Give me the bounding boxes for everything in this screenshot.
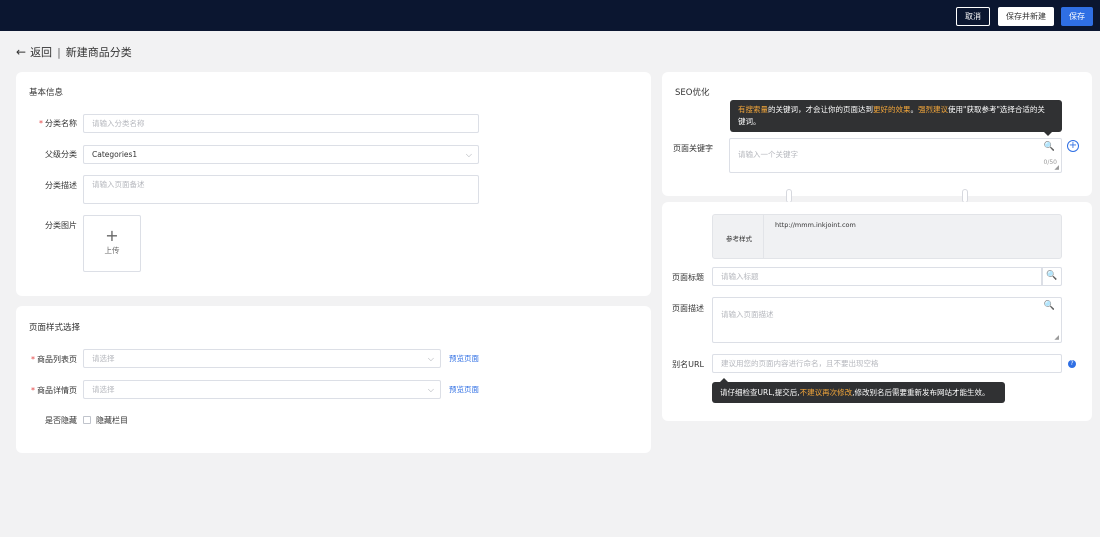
breadcrumb-separator: | xyxy=(57,45,61,59)
reference-url: http://mmm.inkjoint.com xyxy=(775,221,856,229)
alias-url-input[interactable]: 建议用您的页面内容进行命名，且不要出现空格 xyxy=(712,354,1062,373)
page-style-title: 页面样式选择 xyxy=(29,323,81,333)
chevron-down-icon: ⌵ xyxy=(427,385,434,394)
plus-icon: + xyxy=(105,226,119,245)
keyword-tooltip: 有搜索量的关键词，才会让你的页面达到更好的效果。强烈建议使用"获取参考"选择合适… xyxy=(730,100,1062,136)
save-button[interactable]: 保存 xyxy=(1061,7,1093,26)
page-desc-input[interactable]: 请输入页面描述 🔍 ◢ xyxy=(712,297,1062,343)
reference-style-label: 参考样式 xyxy=(726,235,752,243)
list-page-select[interactable]: 请选择 ⌵ xyxy=(83,349,441,368)
cancel-button[interactable]: 取消 xyxy=(956,7,990,26)
back-link[interactable]: 返回 xyxy=(30,44,52,60)
hide-column-label: 隐藏栏目 xyxy=(96,416,128,425)
tooltip-text: 。 xyxy=(910,105,919,114)
resize-handle-left[interactable] xyxy=(786,189,792,203)
upload-label: 上传 xyxy=(104,246,120,255)
list-page-placeholder: 请选择 xyxy=(92,354,115,363)
tooltip-text: 键词。 xyxy=(738,117,761,126)
tooltip-highlight: 强烈建议 xyxy=(918,105,948,114)
detail-page-select[interactable]: 请选择 ⌵ xyxy=(83,380,441,399)
parent-category-value: Categories1 xyxy=(92,150,138,159)
category-image-label: 分类图片 xyxy=(45,221,77,230)
preview-detail-page-link[interactable]: 预览页面 xyxy=(449,384,479,395)
page-keyword-input[interactable]: 请输入一个关键字 🔍 0/50 ◢ xyxy=(729,138,1062,173)
basic-info-card: 基本信息 * 分类名称 请输入分类名称 父级分类 Categories1 ⌵ 分类… xyxy=(16,72,651,296)
category-desc-label: 分类描述 xyxy=(45,181,77,190)
chevron-down-icon: ⌵ xyxy=(465,150,472,159)
tooltip-text: 使用"获取参考"选择合适的关 xyxy=(948,105,1045,114)
top-bar: 取消 保存并新建 保存 xyxy=(0,0,1100,31)
add-circle-icon[interactable]: + xyxy=(1067,140,1079,152)
tooltip-highlight: 更好的效果 xyxy=(873,105,911,114)
search-icon[interactable]: 🔍 xyxy=(1044,300,1055,313)
parent-category-label: 父级分类 xyxy=(45,150,77,159)
resize-handle-icon[interactable]: ◢ xyxy=(1054,331,1059,344)
list-page-label: * 商品列表页 xyxy=(31,355,77,364)
seo-card: SEO优化 有搜索量的关键词，才会让你的页面达到更好的效果。强烈建议使用"获取参… xyxy=(662,72,1092,196)
breadcrumb: ← 返回 | 新建商品分类 xyxy=(16,44,132,60)
tooltip-caret xyxy=(1044,132,1052,136)
resize-handle-right[interactable] xyxy=(962,189,968,203)
page-desc-label: 页面描述 xyxy=(672,304,704,313)
tooltip-text: ,修改别名后需要重新发布网站才能生效。 xyxy=(852,388,990,397)
image-upload[interactable]: + 上传 xyxy=(83,215,141,272)
seo-detail-card: 参考样式 http://mmm.inkjoint.com 页面标题 请输入标题 … xyxy=(662,202,1092,421)
page-title: 新建商品分类 xyxy=(65,46,132,59)
help-icon[interactable]: ? xyxy=(1068,360,1076,368)
arrow-left-icon[interactable]: ← xyxy=(16,45,26,59)
parent-category-select[interactable]: Categories1 ⌵ xyxy=(83,145,479,164)
category-name-label: * 分类名称 xyxy=(39,119,77,128)
page-style-card: 页面样式选择 * 商品列表页 请选择 ⌵ 预览页面 * 商品详情页 请选择 ⌵ 预览… xyxy=(16,306,651,453)
page-keyword-label: 页面关键字 xyxy=(673,144,713,153)
search-icon[interactable]: 🔍 xyxy=(1042,267,1062,286)
page-title-input[interactable]: 请输入标题 xyxy=(712,267,1042,286)
tooltip-highlight: 有搜索量 xyxy=(738,105,768,114)
preview-list-page-link[interactable]: 预览页面 xyxy=(449,353,479,364)
resize-handle-icon[interactable]: ◢ xyxy=(1054,161,1059,174)
seo-title: SEO优化 xyxy=(675,88,710,98)
hide-column-checkbox[interactable] xyxy=(83,416,91,424)
category-name-input[interactable]: 请输入分类名称 xyxy=(83,114,479,133)
tooltip-caret xyxy=(720,378,728,382)
basic-info-title: 基本信息 xyxy=(29,88,64,98)
reference-divider xyxy=(763,215,764,258)
detail-page-label: * 商品详情页 xyxy=(31,386,77,395)
keyword-placeholder: 请输入一个关键字 xyxy=(738,150,798,159)
alias-tooltip: 请仔细检查URL,提交后,不建议再次修改,修改别名后需要重新发布网站才能生效。 xyxy=(712,378,1005,403)
tooltip-highlight: 不建议再次修改 xyxy=(799,388,853,397)
hidden-label: 是否隐藏 xyxy=(45,416,77,425)
page-desc-placeholder: 请输入页面描述 xyxy=(721,310,774,319)
chevron-down-icon: ⌵ xyxy=(427,354,434,363)
detail-page-placeholder: 请选择 xyxy=(92,385,115,394)
save-and-new-button[interactable]: 保存并新建 xyxy=(998,7,1054,26)
page-title-label: 页面标题 xyxy=(672,273,704,282)
tooltip-text: 请仔细检查URL,提交后, xyxy=(720,388,800,397)
reference-style-box: 参考样式 http://mmm.inkjoint.com xyxy=(712,214,1062,259)
alias-url-label: 别名URL xyxy=(672,360,704,369)
tooltip-text: 的关键词，才会让你的页面达到 xyxy=(768,105,873,114)
search-icon[interactable]: 🔍 xyxy=(1044,141,1055,154)
category-desc-input[interactable]: 请输入页面备述 xyxy=(83,175,479,204)
